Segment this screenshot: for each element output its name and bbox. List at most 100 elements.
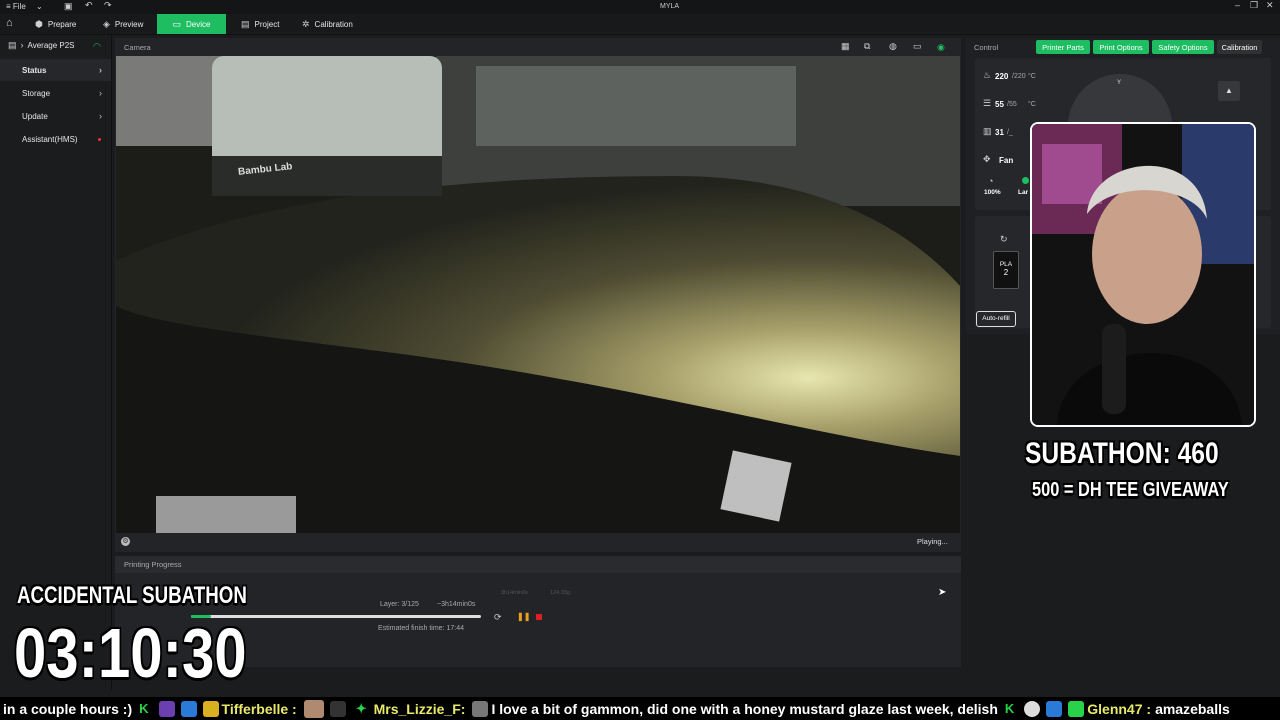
printer-selector[interactable]: ▤ › Average P2S (8, 40, 75, 51)
recording-icon[interactable]: ⧉ (864, 42, 870, 51)
bed-target: /55 (1007, 101, 1017, 108)
nozzle-unit: °C (1028, 73, 1036, 80)
ticker-message: in a couple hours :) (3, 700, 133, 717)
kick-icon: K (139, 701, 149, 716)
tab-calibration[interactable]: ✲ Calibration (302, 14, 353, 34)
bed-unit: °C (1028, 101, 1036, 108)
window-title: MYLA (660, 3, 680, 10)
nozzle-icon: ♨ (983, 70, 992, 80)
finish-time: Estimated finish time: 17:44 (378, 625, 464, 632)
refresh-icon[interactable]: ⟳ (494, 612, 502, 623)
tab-device[interactable]: ▭ Device (157, 14, 226, 34)
badge-icon (202, 700, 219, 717)
sidebar-item-status[interactable]: Status › (0, 59, 111, 81)
tab-project[interactable]: ▤ Project (241, 14, 279, 34)
file-menu[interactable]: ≡ File ⌄ (6, 2, 43, 11)
sidebar-item-storage[interactable]: Storage › (0, 82, 111, 104)
badge-icon (180, 700, 197, 717)
tab-prepare[interactable]: ⬢ Prepare (35, 14, 76, 34)
progress-title: Printing Progress (124, 560, 182, 569)
cube-icon: ⬢ (35, 18, 43, 29)
webcam-overlay (1030, 122, 1256, 427)
ticker-username: Tifferbelle : (221, 700, 297, 717)
giveaway-goal: 500 = DH TEE GIVEAWAY (1032, 479, 1229, 501)
faint-weight: 124.33g (550, 590, 570, 596)
sparkle-icon: ✦ (355, 700, 367, 716)
badge-icon (1068, 700, 1085, 717)
camera-image (116, 56, 960, 533)
pause-icon[interactable]: ❚❚ (517, 612, 530, 621)
video-icon[interactable]: ▭ (913, 42, 922, 51)
printer-icon: ▤ (8, 40, 17, 50)
ticker-message: I love a bit of gammon, did one with a h… (491, 700, 998, 717)
chamber-icon: ▥ (983, 126, 992, 136)
tab-preview[interactable]: ◈ Preview (103, 14, 143, 34)
auto-refill-button[interactable]: Auto-refill (976, 311, 1016, 327)
sidebar-item-update[interactable]: Update › (0, 105, 111, 127)
camera-feed: Bambu Lab (116, 56, 960, 533)
printer-parts-button[interactable]: Printer Parts (1036, 40, 1090, 54)
emote-icon (472, 700, 489, 717)
bed-icon: ☰ (983, 98, 992, 108)
faint-time: 3h14min0s (501, 590, 528, 596)
control-title: Control (974, 43, 999, 52)
fan-speed[interactable]: 100% (984, 189, 1001, 196)
fan-name: Lar (1018, 189, 1029, 196)
mic-icon (329, 700, 346, 717)
jog-axis-label: Y (1117, 80, 1122, 86)
remaining-time: ~3h14min0s (437, 601, 476, 608)
save-icon[interactable]: ▣ (64, 2, 73, 11)
menu-icon: ≡ (6, 2, 11, 11)
emote-icon (158, 700, 175, 717)
chevron-down-icon: ⌄ (36, 2, 43, 11)
emote-icon (303, 699, 324, 718)
home-icon[interactable]: ⌂ (6, 18, 13, 29)
chevron-right-icon: › (99, 88, 102, 98)
safety-options-button[interactable]: Safety Options (1152, 40, 1214, 54)
timelapse-icon[interactable]: ◍ (889, 42, 897, 51)
chamber-temp[interactable]: 31 (995, 128, 1004, 137)
chevron-right-icon: › (99, 111, 102, 121)
chamber-target: /_ (1007, 129, 1013, 136)
badge-icon (1046, 700, 1063, 717)
minimize-icon[interactable]: – (1235, 1, 1240, 10)
filament-slot[interactable]: PLA 2 (993, 251, 1019, 289)
settings-icon[interactable]: ⚙ (121, 537, 130, 546)
bed-temp[interactable]: 55 (995, 100, 1004, 109)
stop-icon[interactable] (536, 614, 542, 620)
emote-icon (1024, 700, 1041, 717)
camera-status: Playing... (917, 537, 948, 546)
ticker-username: Mrs_Lizzie_F: (373, 700, 466, 717)
undo-icon[interactable]: ↶ (85, 1, 93, 10)
device-icon: ▭ (172, 18, 182, 29)
calibration-button[interactable]: Calibration (1217, 40, 1262, 54)
ticker-username: Glenn47 : (1087, 700, 1152, 717)
alert-dot (98, 137, 101, 141)
chevron-right-icon: › (99, 65, 102, 75)
nozzle-temp[interactable]: 220 (995, 72, 1008, 81)
print-options-button[interactable]: Print Options (1093, 40, 1149, 54)
close-icon[interactable]: ✕ (1266, 1, 1274, 10)
camera-title: Camera (124, 43, 151, 52)
ticker-message: amazeballs (1155, 700, 1230, 717)
layer-info: Layer: 3/125 (380, 601, 419, 608)
sd-card-icon[interactable]: ▦ (841, 42, 850, 51)
chat-ticker: in a couple hours :) K Tifferbelle : ✦ M… (0, 697, 1280, 720)
subathon-timer: 03:10:30 (14, 614, 247, 692)
accidental-subathon-label: ACCIDENTAL SUBATHON (17, 582, 247, 609)
project-icon: ▤ (241, 18, 250, 29)
fan-toggle[interactable] (1022, 177, 1029, 184)
fan-icon: ✥ (983, 154, 991, 164)
sidebar-item-assistant-hms[interactable]: Assistant(HMS) (0, 128, 111, 150)
title-bar: ≡ File ⌄ ▣ ↶ ↷ MYLA – ❐ ✕ (0, 0, 1280, 14)
mouse-cursor: ➤ (938, 587, 947, 598)
calibration-icon: ✲ (302, 18, 310, 29)
streamer-video (1032, 124, 1254, 425)
wifi-icon: ◠ (93, 41, 101, 51)
kick-icon: K (1004, 701, 1015, 716)
rotate-icon[interactable]: ↻ (1000, 235, 1008, 244)
maximize-icon[interactable]: ❐ (1250, 1, 1258, 10)
camera-on-icon[interactable]: ◉ (937, 42, 945, 53)
arrow-up-icon[interactable]: ▲ (1218, 81, 1240, 101)
redo-icon[interactable]: ↷ (104, 1, 112, 10)
